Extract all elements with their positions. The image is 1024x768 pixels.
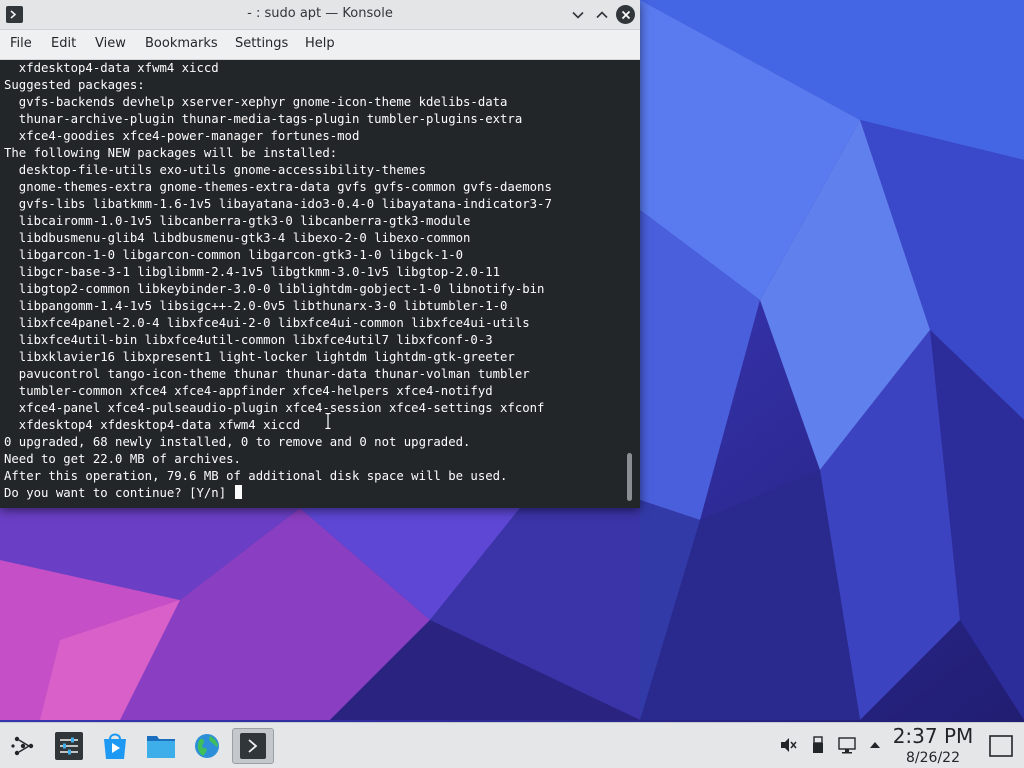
terminal-line: xfce4-panel xfce4-pulseaudio-plugin xfce… [18, 401, 545, 415]
konsole-window[interactable]: - : sudo apt — Konsole File Edit View Bo… [0, 0, 640, 508]
text-cursor [234, 485, 242, 499]
terminal-line: gvfs-libs libatkmm-1.6-1v5 libayatana-id… [18, 197, 552, 211]
application-launcher-icon[interactable] [7, 730, 39, 762]
minimize-button[interactable] [568, 5, 587, 24]
menu-file[interactable]: File [10, 36, 32, 51]
web-browser-icon[interactable] [191, 730, 223, 762]
terminal-line: thunar-archive-plugin thunar-media-tags-… [18, 112, 523, 126]
terminal-line: libdbusmenu-glib4 libdbusmenu-gtk3-4 lib… [18, 231, 471, 245]
terminal-line: desktop-file-utils exo-utils gnome-acces… [18, 163, 426, 177]
konsole-task-button[interactable] [232, 728, 274, 764]
chevron-down-icon [571, 11, 584, 19]
menu-settings[interactable]: Settings [235, 36, 288, 51]
menu-bar: File Edit View Bookmarks Settings Help [0, 30, 640, 60]
system-settings-icon[interactable] [53, 730, 85, 762]
terminal-line: libgtop2-common libkeybinder-3.0-0 libli… [18, 282, 545, 296]
maximize-button[interactable] [592, 5, 611, 24]
clock-time[interactable]: 2:37 PM [887, 724, 979, 748]
menu-view[interactable]: View [95, 36, 126, 51]
close-icon [621, 10, 630, 19]
menu-edit[interactable]: Edit [51, 36, 76, 51]
menu-help[interactable]: Help [305, 36, 335, 51]
terminal-line: libxfce4util-bin libxfce4util-common lib… [18, 333, 493, 347]
terminal-line: 0 upgraded, 68 newly installed, 0 to rem… [4, 435, 471, 449]
terminal-line: Need to get 22.0 MB of archives. [4, 452, 241, 466]
terminal-line: tumbler-common xfce4 xfce4-appfinder xfc… [18, 384, 493, 398]
discover-store-icon[interactable] [99, 730, 131, 762]
terminal-line: The following NEW packages will be insta… [4, 146, 338, 160]
terminal-line: Suggested packages: [4, 78, 145, 92]
volume-muted-icon[interactable] [779, 736, 797, 754]
terminal-line: libxklavier16 libxpresent1 light-locker … [18, 350, 515, 364]
scrollbar-track[interactable] [626, 60, 634, 508]
terminal-line: libpangomm-1.4-1v5 libsigc++-2.0-0v5 lib… [18, 299, 508, 313]
file-manager-icon[interactable] [145, 730, 177, 762]
terminal-line: libgarcon-1-0 libgarcon-common libgarcon… [18, 248, 464, 262]
terminal-line: xfce4-goodies xfce4-power-manager fortun… [18, 129, 360, 143]
scrollbar-thumb[interactable] [627, 453, 632, 501]
konsole-icon [240, 733, 266, 759]
terminal-line: gvfs-backends devhelp xserver-xephyr gno… [18, 95, 508, 109]
terminal-line: pavucontrol tango-icon-theme thunar thun… [18, 367, 530, 381]
chevron-up-icon [595, 10, 608, 18]
terminal-line: libcairomm-1.0-1v5 libcanberra-gtk3-0 li… [18, 214, 471, 228]
terminal-line: libxfce4panel-2.0-4 libxfce4ui-2-0 libxf… [18, 316, 530, 330]
network-icon[interactable] [838, 736, 856, 754]
terminal-line: libgcr-base-3-1 libglibmm-2.4-1v5 libgtk… [18, 265, 501, 279]
terminal-text: xfdesktop4-data xfwm4 xiccd Suggested pa… [4, 60, 552, 502]
mouse-ibeam-cursor-icon [325, 413, 331, 429]
window-titlebar[interactable]: - : sudo apt — Konsole [0, 0, 640, 30]
terminal-line: After this operation, 79.6 MB of additio… [4, 469, 508, 483]
taskbar-panel: 2:37 PM 8/26/22 [0, 722, 1024, 768]
window-title: - : sudo apt — Konsole [247, 6, 393, 21]
menu-bookmarks[interactable]: Bookmarks [145, 36, 218, 51]
terminal-line: gnome-themes-extra gnome-themes-extra-da… [18, 180, 552, 194]
terminal-line: xfdesktop4 xfdesktop4-data xfwm4 xiccd [18, 418, 301, 432]
terminal-output-area[interactable]: xfdesktop4-data xfwm4 xiccd Suggested pa… [0, 60, 640, 508]
tray-expand-icon[interactable] [866, 736, 884, 754]
usb-device-icon[interactable] [809, 736, 827, 754]
terminal-line: xfdesktop4-data xfwm4 xiccd [18, 61, 219, 75]
clock-date[interactable]: 8/26/22 [887, 750, 979, 766]
show-desktop-icon[interactable] [988, 733, 1014, 759]
terminal-prompt: Do you want to continue? [Y/n] [4, 486, 234, 500]
close-button[interactable] [616, 5, 635, 24]
